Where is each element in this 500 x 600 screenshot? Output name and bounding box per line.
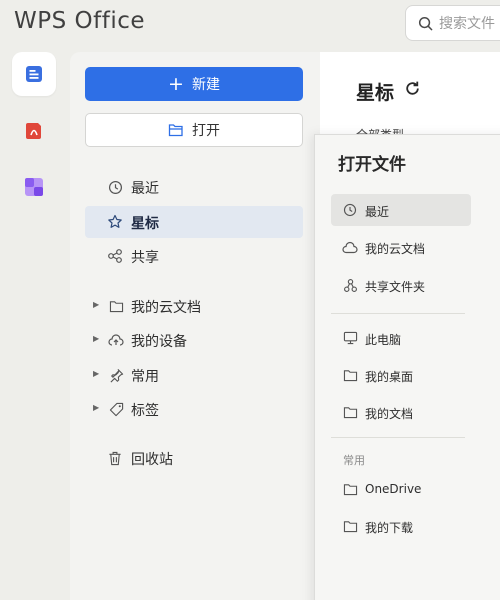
divider — [331, 437, 465, 438]
expand-arrow-icon[interactable]: ▶ — [93, 403, 99, 412]
open-item-recent[interactable]: 最近 — [331, 194, 471, 226]
page-title: 星标 — [356, 82, 395, 104]
pdf-app-icon — [26, 123, 41, 139]
sidebar-item-tags[interactable]: ▶ 标签 — [85, 393, 303, 425]
open-item-this-pc[interactable]: 此电脑 — [331, 322, 471, 354]
sidebar-item-label: 标签 — [131, 403, 159, 419]
open-item-cloud-docs[interactable]: 我的云文档 — [331, 231, 471, 263]
star-icon — [107, 214, 123, 230]
new-button[interactable]: + 新建 — [85, 67, 303, 101]
sidebar-item-cloud-docs[interactable]: ▶ 我的云文档 — [85, 290, 303, 322]
share-icon — [342, 277, 358, 293]
apps-icon — [25, 178, 43, 196]
open-item-downloads[interactable]: 我的下载 — [331, 510, 471, 542]
sidebar-item-trash[interactable]: 回收站 — [85, 442, 303, 474]
open-item-label: OneDrive — [365, 482, 422, 496]
trash-icon — [107, 450, 123, 466]
open-item-label: 我的桌面 — [365, 370, 414, 384]
sidebar-item-label: 我的云文档 — [131, 300, 201, 316]
clock-icon — [107, 179, 123, 195]
open-item-desktop[interactable]: 我的桌面 — [331, 359, 471, 391]
share-icon — [107, 248, 123, 264]
search-placeholder: 搜索文件 — [439, 16, 495, 32]
sidebar-item-recent[interactable]: 最近 — [85, 171, 303, 203]
open-item-label: 最近 — [365, 205, 390, 219]
folder-icon — [342, 404, 358, 420]
tag-icon — [108, 401, 124, 417]
open-item-label: 我的云文档 — [365, 242, 426, 256]
cloud-icon — [342, 239, 358, 255]
folder-icon — [342, 481, 358, 497]
sidebar-item-shared[interactable]: 共享 — [85, 240, 303, 272]
section-label-common: 常用 — [343, 454, 365, 467]
rail-apps-button[interactable] — [12, 165, 56, 209]
folder-icon — [342, 367, 358, 383]
app-brand: WPS Office — [14, 8, 146, 34]
rail-docs-button[interactable] — [12, 52, 56, 96]
folder-open-icon — [168, 124, 183, 137]
sidebar-item-label: 回收站 — [131, 452, 173, 468]
cloud-upload-icon — [108, 332, 124, 348]
open-button-label: 打开 — [192, 123, 220, 139]
new-button-label: 新建 — [191, 77, 220, 93]
search-input[interactable]: 搜索文件 — [405, 5, 500, 41]
clock-icon — [342, 202, 358, 218]
sidebar-item-common[interactable]: ▶ 常用 — [85, 359, 303, 391]
pin-icon — [108, 367, 124, 383]
sidebar-item-starred[interactable]: 星标 — [85, 206, 303, 238]
open-item-label: 此电脑 — [365, 333, 402, 347]
divider — [331, 313, 465, 314]
rail-pdf-button[interactable] — [12, 108, 56, 152]
open-item-documents[interactable]: 我的文档 — [331, 396, 471, 428]
plus-icon: + — [168, 72, 184, 95]
sidebar-item-label: 我的设备 — [131, 334, 187, 350]
folder-icon — [108, 298, 124, 314]
expand-arrow-icon[interactable]: ▶ — [93, 300, 99, 309]
open-item-onedrive[interactable]: OneDrive — [331, 473, 471, 505]
sidebar-item-label: 星标 — [131, 216, 159, 232]
sidebar-item-label: 共享 — [131, 250, 159, 266]
sidebar-item-devices[interactable]: ▶ 我的设备 — [85, 324, 303, 356]
sidebar-item-label: 最近 — [131, 181, 159, 197]
open-item-label: 共享文件夹 — [365, 280, 426, 294]
open-item-shared-folder[interactable]: 共享文件夹 — [331, 269, 471, 301]
open-item-label: 我的下载 — [365, 521, 414, 535]
folder-icon — [342, 518, 358, 534]
document-app-icon — [26, 66, 42, 82]
expand-arrow-icon[interactable]: ▶ — [93, 369, 99, 378]
search-icon — [418, 16, 433, 30]
expand-arrow-icon[interactable]: ▶ — [93, 334, 99, 343]
sidebar-item-label: 常用 — [131, 369, 159, 385]
open-item-label: 我的文档 — [365, 407, 414, 421]
monitor-icon — [342, 330, 358, 346]
refresh-icon[interactable] — [404, 80, 421, 101]
open-button[interactable]: 打开 — [85, 113, 303, 147]
open-file-title: 打开文件 — [338, 155, 406, 175]
